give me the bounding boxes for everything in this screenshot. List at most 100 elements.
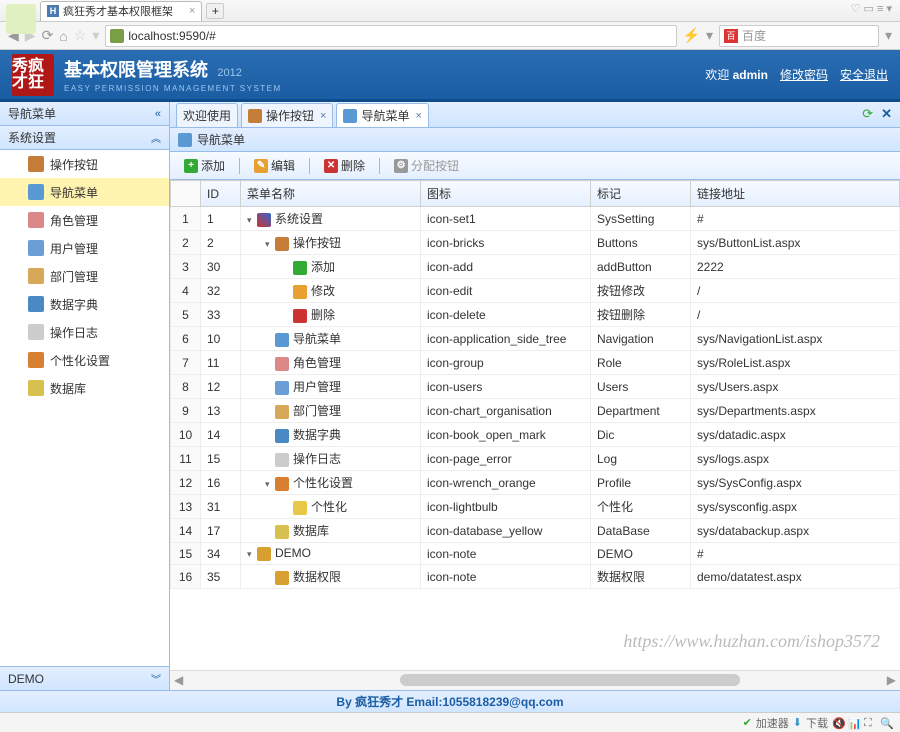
table-row[interactable]: 711角色管理icon-groupRolesys/RoleList.aspx (171, 351, 900, 375)
col-tag[interactable]: 标记 (591, 181, 691, 207)
cell-rownum: 14 (171, 519, 201, 543)
menu-dropdown[interactable]: ▾ (92, 27, 99, 44)
home-button[interactable]: ⌂ (59, 28, 67, 44)
addr-dropdown-icon[interactable]: ▾ (706, 27, 713, 44)
cog-icon: ⚙ (394, 159, 408, 173)
edit-button[interactable]: ✎编辑 (248, 155, 301, 176)
status-icon-1[interactable]: 🔇 (832, 717, 844, 729)
cell-url: / (691, 303, 900, 327)
table-row[interactable]: 812用户管理icon-usersUserssys/Users.aspx (171, 375, 900, 399)
table-row[interactable]: 11▾系统设置icon-set1SysSetting# (171, 207, 900, 231)
table-row[interactable]: 1014数据字典icon-book_open_markDicsys/datadi… (171, 423, 900, 447)
tab-close-icon[interactable]: × (189, 5, 195, 17)
cell-id: 34 (201, 543, 241, 565)
home-favicon[interactable] (6, 4, 36, 34)
table-row[interactable]: 1534▾DEMOicon-noteDEMO# (171, 543, 900, 565)
refresh-tabs-icon[interactable]: ⟳ (862, 106, 873, 122)
status-download[interactable]: 下载 (806, 715, 828, 731)
row-icon (257, 213, 271, 227)
address-bar[interactable]: localhost:9590/# (105, 25, 676, 47)
sidebar-group-demo[interactable]: DEMO ︾ (0, 666, 169, 690)
col-icon[interactable]: 图标 (421, 181, 591, 207)
cell-rownum: 7 (171, 351, 201, 375)
table-row[interactable]: 1331个性化icon-lightbulb个性化sys/sysconfig.as… (171, 495, 900, 519)
sidebar-item[interactable]: 用户管理 (0, 234, 169, 262)
search-dropdown-icon[interactable]: ▾ (885, 27, 892, 44)
welcome-text: 欢迎 admin (705, 66, 768, 83)
row-icon (275, 357, 289, 371)
logout-link[interactable]: 安全退出 (840, 66, 888, 83)
sidebar-item[interactable]: 导航菜单 (0, 178, 169, 206)
tab-close-icon[interactable]: × (320, 110, 326, 122)
sidebar-item[interactable]: 角色管理 (0, 206, 169, 234)
cell-tag: DEMO (591, 543, 691, 565)
sidebar-item[interactable]: 操作按钮 (0, 150, 169, 178)
table-row[interactable]: 1115操作日志icon-page_errorLogsys/logs.aspx (171, 447, 900, 471)
status-icon-4[interactable]: 🔍 (880, 717, 892, 729)
separator (379, 158, 380, 174)
col-url[interactable]: 链接地址 (691, 181, 900, 207)
status-icon-2[interactable]: 📊 (848, 717, 860, 729)
horizontal-scrollbar[interactable]: ◀ ▶ (170, 670, 900, 690)
new-tab-button[interactable]: + (206, 3, 224, 19)
table-row[interactable]: 533删除icon-delete按钮删除/ (171, 303, 900, 327)
cell-tag: Buttons (591, 231, 691, 255)
col-id[interactable]: ID (201, 181, 241, 207)
col-rownum[interactable] (171, 181, 201, 207)
menu-item-icon (28, 380, 44, 396)
main-tab[interactable]: 导航菜单× (336, 103, 428, 127)
col-name[interactable]: 菜单名称 (241, 181, 421, 207)
row-icon (293, 285, 307, 299)
delete-button[interactable]: ✕删除 (318, 155, 371, 176)
reload-button[interactable]: ⟳ (42, 27, 54, 44)
assign-button[interactable]: ⚙分配按钮 (388, 155, 465, 176)
close-all-tabs-icon[interactable]: ✕ (881, 106, 892, 122)
status-icon-3[interactable]: ⛶ (864, 717, 876, 729)
sidebar-item[interactable]: 数据字典 (0, 290, 169, 318)
main-tab[interactable]: 操作按钮 × (241, 103, 333, 127)
table-row[interactable]: 1216▾个性化设置icon-wrench_orangeProfilesys/S… (171, 471, 900, 495)
tab-icon (343, 109, 357, 123)
cell-name: 数据库 (241, 519, 421, 543)
row-icon (275, 525, 289, 539)
table-row[interactable]: 610导航菜单icon-application_side_treeNavigat… (171, 327, 900, 351)
lightning-icon[interactable]: ⚡ (683, 27, 700, 44)
table-row[interactable]: 432修改icon-edit按钮修改/ (171, 279, 900, 303)
table-row[interactable]: 1417数据库icon-database_yellowDataBasesys/d… (171, 519, 900, 543)
search-bar[interactable]: 百 百度 (719, 25, 879, 47)
status-accel[interactable]: 加速器 (756, 715, 789, 731)
sidebar-item[interactable]: 部门管理 (0, 262, 169, 290)
tab-label: 操作按钮 (266, 107, 314, 124)
tree-toggle-icon[interactable]: ▾ (265, 479, 275, 490)
sidebar-header: 导航菜单 « (0, 102, 169, 126)
sidebar-group-system[interactable]: 系统设置 ︽ (0, 126, 169, 150)
tab-close-icon[interactable]: × (415, 110, 421, 122)
row-icon (275, 453, 289, 467)
app-footer: By 疯狂秀才 Email:1055818239@qq.com (0, 690, 900, 712)
cell-tag: 个性化 (591, 495, 691, 519)
window-controls[interactable]: ♡ ▭ ≡ ▾ (851, 2, 892, 15)
tree-toggle-icon[interactable]: ▾ (247, 215, 257, 226)
star-button[interactable]: ☆ (74, 27, 87, 44)
sidebar-item[interactable]: 操作日志 (0, 318, 169, 346)
table-row[interactable]: 1635数据权限icon-note数据权限demo/datatest.aspx (171, 565, 900, 589)
cell-rownum: 12 (171, 471, 201, 495)
url-text: localhost:9590/# (128, 29, 215, 43)
sidebar-item[interactable]: 数据库 (0, 374, 169, 402)
browser-tab[interactable]: H 疯狂秀才基本权限框架 × (40, 1, 202, 21)
main-tab[interactable]: 欢迎使用 (176, 103, 238, 127)
cell-tag: Profile (591, 471, 691, 495)
add-button[interactable]: +添加 (178, 155, 231, 176)
cell-name: 用户管理 (241, 375, 421, 399)
table-row[interactable]: 22▾操作按钮icon-bricksButtonssys/ButtonList.… (171, 231, 900, 255)
table-row[interactable]: 913部门管理icon-chart_organisationDepartment… (171, 399, 900, 423)
cell-id: 13 (201, 399, 241, 423)
cell-icon: icon-note (421, 565, 591, 589)
sidebar-item[interactable]: 个性化设置 (0, 346, 169, 374)
tree-toggle-icon[interactable]: ▾ (265, 239, 275, 250)
change-password-link[interactable]: 修改密码 (780, 66, 828, 83)
collapse-sidebar-icon[interactable]: « (155, 108, 161, 120)
table-row[interactable]: 330添加icon-addaddButton2222 (171, 255, 900, 279)
tree-toggle-icon[interactable]: ▾ (247, 549, 257, 560)
scrollbar-thumb[interactable] (400, 674, 740, 686)
